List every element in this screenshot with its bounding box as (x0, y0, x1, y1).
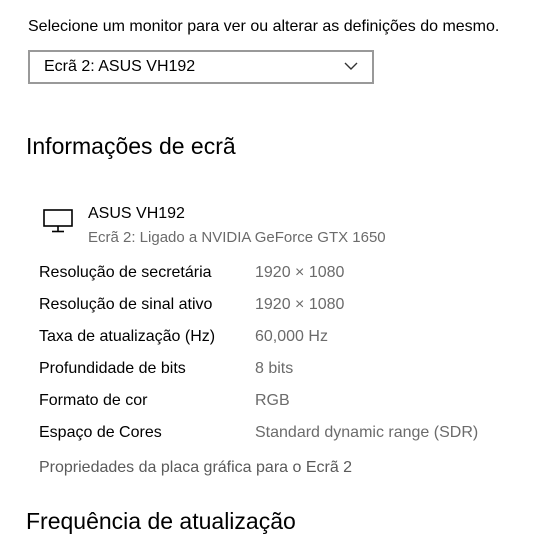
display-info-heading: Informações de ecrã (26, 133, 236, 159)
monitor-select-prompt: Selecione um monitor para ver ou alterar… (28, 18, 500, 35)
display-name: ASUS VH192 (88, 205, 185, 222)
property-label: Resolução de secretária (39, 264, 212, 281)
property-value: 1920 × 1080 (255, 296, 345, 313)
display-connection: Ecrã 2: Ligado a NVIDIA GeForce GTX 1650 (88, 229, 386, 246)
property-label: Taxa de atualização (Hz) (39, 328, 216, 345)
property-value: RGB (255, 392, 290, 409)
chevron-down-icon (344, 62, 358, 70)
property-row-color-space: Espaço de Cores Standard dynamic range (… (39, 424, 478, 456)
property-value: Standard dynamic range (SDR) (255, 424, 479, 441)
property-label: Formato de cor (39, 392, 148, 409)
property-value: 60,000 Hz (255, 328, 328, 345)
monitor-icon (43, 209, 73, 233)
adapter-properties-link[interactable]: Propriedades da placa gráfica para o Ecr… (39, 459, 352, 477)
property-row-refresh-rate: Taxa de atualização (Hz) 60,000 Hz (39, 328, 478, 360)
property-value: 8 bits (255, 360, 294, 377)
property-value: 1920 × 1080 (255, 264, 345, 281)
display-properties: Resolução de secretária 1920 × 1080 Reso… (39, 264, 478, 456)
property-label: Resolução de sinal ativo (39, 296, 213, 313)
property-row-desktop-resolution: Resolução de secretária 1920 × 1080 (39, 264, 478, 296)
property-label: Espaço de Cores (39, 424, 162, 441)
monitor-dropdown[interactable]: Ecrã 2: ASUS VH192 (28, 50, 374, 84)
property-label: Profundidade de bits (39, 360, 186, 377)
monitor-dropdown-value: Ecrã 2: ASUS VH192 (44, 58, 196, 75)
property-row-active-signal-resolution: Resolução de sinal ativo 1920 × 1080 (39, 296, 478, 328)
refresh-rate-heading: Frequência de atualização (26, 508, 296, 534)
property-row-bit-depth: Profundidade de bits 8 bits (39, 360, 478, 392)
property-row-color-format: Formato de cor RGB (39, 392, 478, 424)
